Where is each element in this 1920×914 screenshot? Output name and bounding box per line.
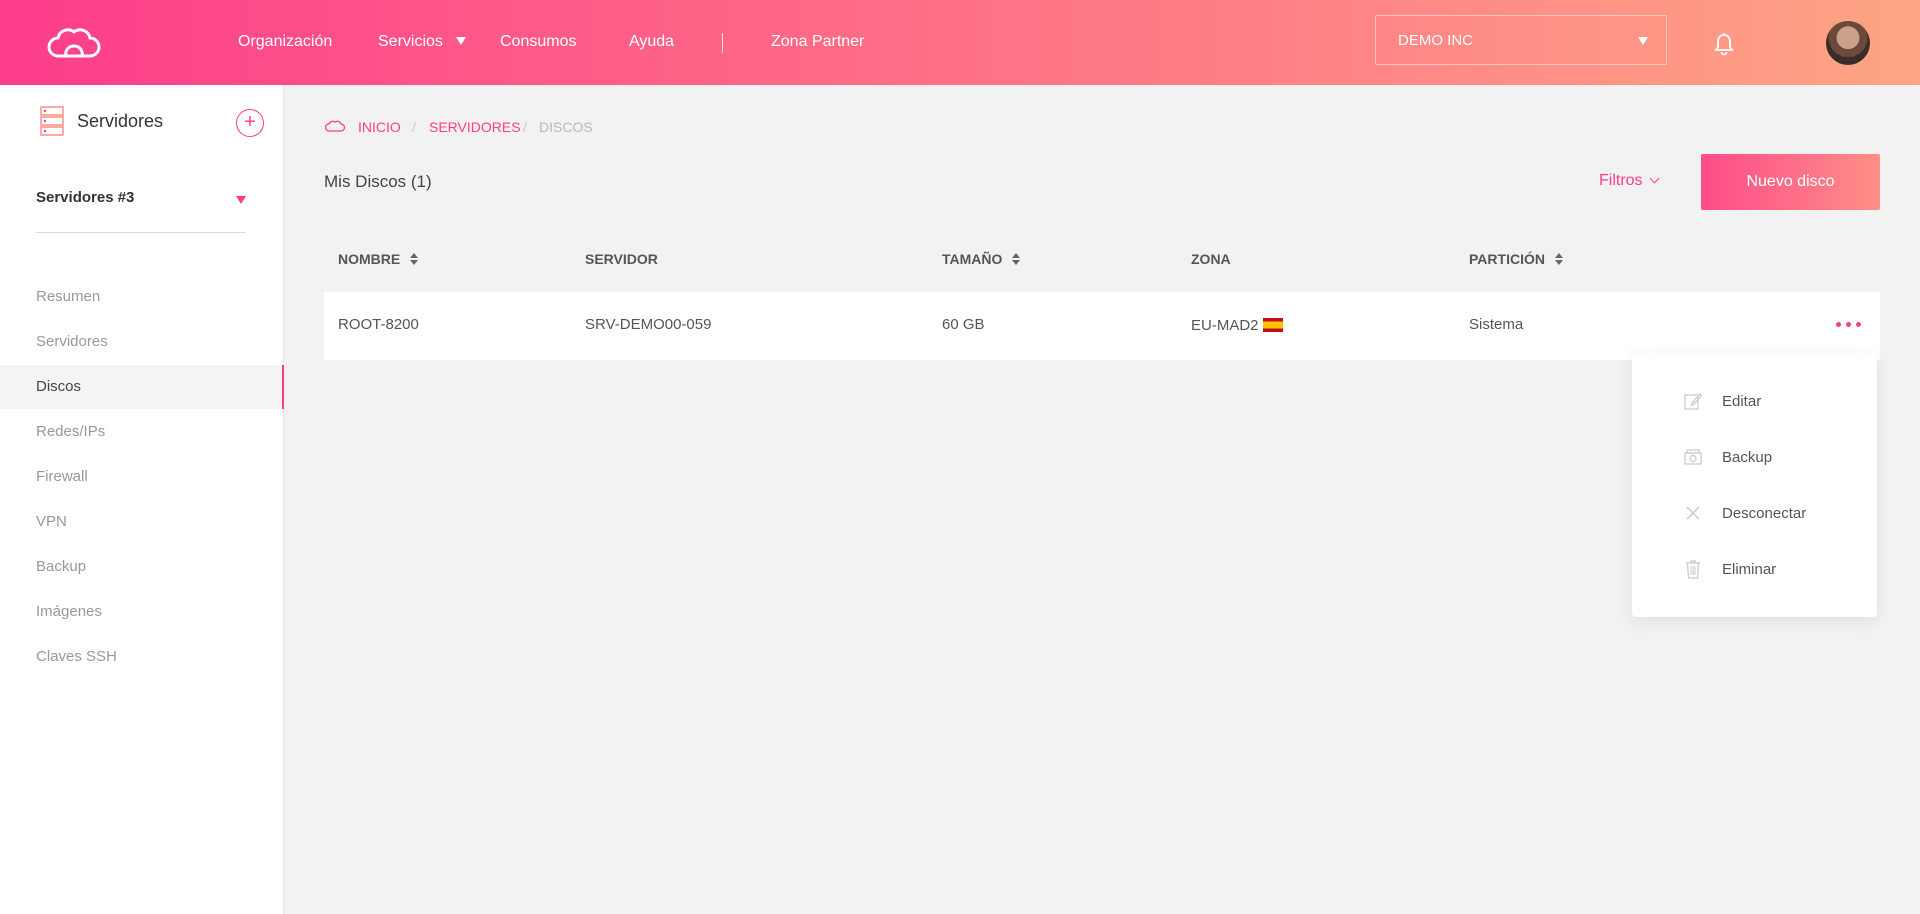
nav-consumos[interactable]: Consumos	[500, 33, 576, 51]
breadcrumb-separator: /	[523, 119, 527, 135]
column-header-label: NOMBRE	[338, 251, 401, 267]
column-header-label: SERVIDOR	[585, 251, 658, 267]
sidebar-item-redes-ips[interactable]: Redes/IPs	[0, 410, 284, 454]
sidebar-item-label: Claves SSH	[36, 648, 117, 665]
breadcrumb-discos: DISCOS	[539, 119, 593, 135]
sidebar-item-resumen[interactable]: Resumen	[0, 275, 284, 319]
server-icon	[40, 106, 64, 136]
add-server-button[interactable]: +	[236, 109, 264, 137]
sidebar-item-label: Servidores	[36, 333, 108, 350]
page-title: Mis Discos (1)	[324, 172, 432, 191]
organization-select[interactable]: DEMO INC	[1375, 15, 1667, 65]
column-header-label: ZONA	[1191, 251, 1231, 267]
sort-icon[interactable]	[410, 253, 419, 265]
column-header-label: PARTICIÓN	[1469, 251, 1545, 267]
menu-item-eliminar[interactable]: Eliminar	[1632, 547, 1877, 591]
sidebar-item-vpn[interactable]: VPN	[0, 500, 284, 544]
cell-nombre: ROOT-8200	[338, 316, 419, 333]
row-actions-menu: Editar Backup Desconectar Eliminar	[1632, 353, 1877, 617]
column-header-tamano[interactable]: TAMAÑO	[942, 251, 1021, 267]
sidebar-item-claves-ssh[interactable]: Claves SSH	[0, 635, 284, 679]
sidebar-item-label: Backup	[36, 558, 87, 575]
menu-item-label: Eliminar	[1722, 561, 1777, 578]
nav-servicios[interactable]: Servicios	[378, 33, 443, 51]
user-avatar[interactable]	[1826, 21, 1870, 65]
sort-icon[interactable]	[1554, 253, 1563, 265]
column-header-nombre[interactable]: NOMBRE	[338, 251, 419, 267]
edit-icon	[1684, 393, 1702, 410]
filters-label: Filtros	[1599, 172, 1643, 189]
sidebar-item-firewall[interactable]: Firewall	[0, 455, 284, 499]
cloud-icon[interactable]	[324, 120, 346, 132]
bell-icon[interactable]	[1713, 32, 1735, 56]
column-header-servidor: SERVIDOR	[585, 251, 658, 267]
spain-flag-icon	[1262, 318, 1283, 332]
servicios-dropdown-icon[interactable]	[456, 37, 466, 45]
trash-icon	[1686, 560, 1700, 579]
menu-item-backup[interactable]: Backup	[1632, 435, 1877, 479]
sidebar-divider	[36, 232, 246, 233]
chevron-down-icon	[236, 196, 246, 204]
sidebar-item-discos[interactable]: Discos	[0, 365, 284, 409]
backup-icon	[1684, 449, 1702, 465]
sidebar-item-label: Discos	[36, 378, 82, 395]
cloud-logo-icon[interactable]	[44, 26, 104, 60]
breadcrumb-inicio[interactable]: INICIO	[358, 119, 401, 135]
cell-zona: EU-MAD2	[1191, 316, 1283, 334]
sidebar-item-label: Resumen	[36, 288, 101, 305]
chevron-down-icon	[1638, 37, 1648, 45]
server-group-select-value: Servidores #3	[36, 189, 135, 206]
column-header-particion[interactable]: PARTICIÓN	[1469, 251, 1563, 267]
menu-item-editar[interactable]: Editar	[1632, 379, 1877, 423]
cell-tamano: 60 GB	[942, 316, 985, 333]
nav-ayuda[interactable]: Ayuda	[629, 33, 674, 51]
organization-select-value: DEMO INC	[1398, 32, 1473, 49]
server-group-select[interactable]: Servidores #3	[36, 189, 246, 219]
top-header: Organización Servicios Consumos Ayuda Zo…	[0, 0, 1920, 85]
sidebar-title: Servidores	[77, 111, 164, 131]
cell-servidor: SRV-DEMO00-059	[585, 316, 712, 333]
breadcrumb-separator: /	[412, 119, 416, 135]
zona-label: EU-MAD2	[1191, 317, 1259, 334]
cell-particion: Sistema	[1469, 316, 1524, 333]
menu-item-label: Editar	[1722, 393, 1762, 410]
new-disk-button[interactable]: Nuevo disco	[1701, 154, 1880, 210]
menu-item-label: Desconectar	[1722, 505, 1807, 522]
column-header-label: TAMAÑO	[942, 251, 1003, 267]
menu-item-label: Backup	[1722, 449, 1773, 466]
nav-divider	[722, 33, 723, 53]
breadcrumb-servidores[interactable]: SERVIDORES	[429, 119, 521, 135]
menu-item-desconectar[interactable]: Desconectar	[1632, 491, 1877, 535]
sidebar: Servidores + Servidores #3 Resumen Servi…	[0, 85, 284, 914]
sidebar-item-label: Imágenes	[36, 603, 102, 620]
filters-button[interactable]: Filtros	[1599, 172, 1660, 190]
table-row[interactable]: ROOT-8200 SRV-DEMO00-059 60 GB EU-MAD2 S…	[324, 292, 1880, 360]
ellipsis-icon[interactable]	[1836, 322, 1862, 328]
column-header-zona: ZONA	[1191, 251, 1231, 267]
sidebar-item-label: Redes/IPs	[36, 423, 106, 440]
sidebar-item-label: VPN	[36, 513, 67, 530]
nav-zona-partner[interactable]: Zona Partner	[771, 33, 864, 51]
nav-organizacion[interactable]: Organización	[238, 33, 332, 51]
sidebar-item-backup[interactable]: Backup	[0, 545, 284, 589]
sidebar-item-imagenes[interactable]: Imágenes	[0, 590, 284, 634]
sidebar-item-label: Firewall	[36, 468, 88, 485]
close-icon	[1686, 506, 1700, 520]
chevron-down-icon	[1649, 173, 1660, 184]
sidebar-item-servidores[interactable]: Servidores	[0, 320, 284, 364]
sort-icon[interactable]	[1012, 253, 1021, 265]
